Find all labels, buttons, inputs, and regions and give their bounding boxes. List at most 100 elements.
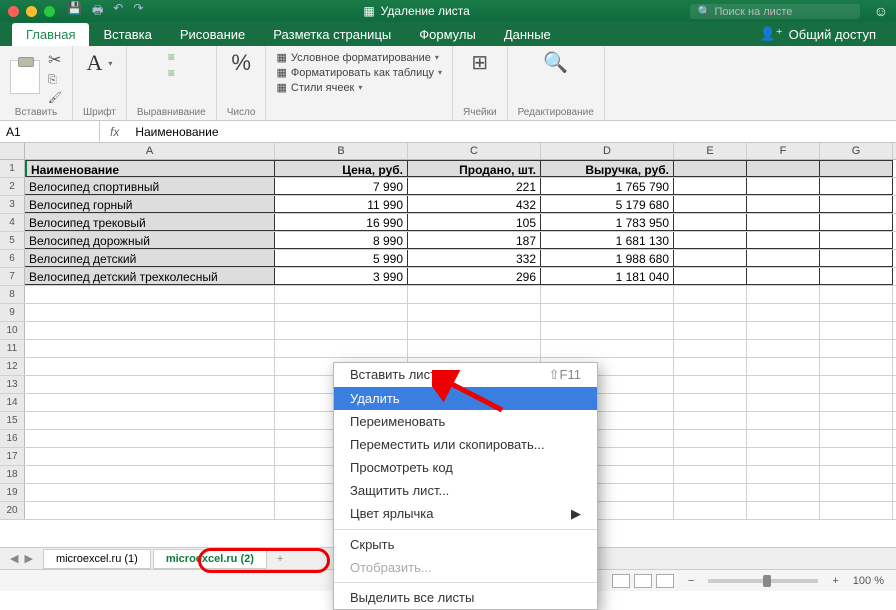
zoom-level[interactable]: 100 % (853, 575, 884, 587)
col-header-a[interactable]: A (25, 143, 275, 159)
tab-formulas[interactable]: Формулы (405, 23, 490, 46)
row-header[interactable]: 7 (0, 268, 25, 285)
row-header[interactable]: 20 (0, 502, 25, 519)
menu-view-code[interactable]: Просмотреть код (334, 456, 597, 479)
cell[interactable]: Велосипед спортивный (25, 178, 275, 195)
menu-hide-sheet[interactable]: Скрыть (334, 533, 597, 556)
row-header[interactable]: 10 (0, 322, 25, 339)
view-page-break-button[interactable] (656, 574, 674, 588)
paste-icon[interactable] (10, 60, 40, 94)
row-header[interactable]: 6 (0, 250, 25, 267)
zoom-out-button[interactable]: − (688, 575, 694, 587)
cell[interactable]: Велосипед дорожный (25, 232, 275, 249)
row-header[interactable]: 5 (0, 232, 25, 249)
cell[interactable]: Наименование (25, 160, 275, 177)
row-header[interactable]: 14 (0, 394, 25, 411)
print-icon[interactable]: 🖶 (92, 1, 103, 22)
cell[interactable]: 1 783 950 (541, 214, 674, 231)
cell[interactable]: 187 (408, 232, 541, 249)
col-header-e[interactable]: E (674, 143, 747, 159)
sheet-tab-2[interactable]: microexcel.ru (2) (153, 549, 267, 569)
row-header[interactable]: 17 (0, 448, 25, 465)
view-normal-button[interactable] (612, 574, 630, 588)
sheet-tab-1[interactable]: microexcel.ru (1) (43, 549, 151, 569)
row-header[interactable]: 4 (0, 214, 25, 231)
cell[interactable]: 7 990 (275, 178, 408, 195)
cell[interactable]: Продано, шт. (408, 160, 541, 177)
cell[interactable]: Велосипед трековый (25, 214, 275, 231)
row-header[interactable]: 19 (0, 484, 25, 501)
search-input[interactable]: 🔍 Поиск на листе (690, 4, 860, 19)
row-header[interactable]: 18 (0, 466, 25, 483)
cell[interactable]: Велосипед горный (25, 196, 275, 213)
menu-move-sheet[interactable]: Переместить или скопировать... (334, 433, 597, 456)
menu-tab-color[interactable]: Цвет ярлычка▶ (334, 502, 597, 526)
cell[interactable]: Велосипед детский (25, 250, 275, 267)
row-header[interactable]: 16 (0, 430, 25, 447)
cell[interactable]: 3 990 (275, 268, 408, 285)
undo-icon[interactable]: ↶ (113, 1, 123, 22)
zoom-in-button[interactable]: + (832, 575, 838, 587)
percent-icon[interactable]: % (231, 50, 251, 76)
cell[interactable]: 332 (408, 250, 541, 267)
row-header[interactable]: 12 (0, 358, 25, 375)
zoom-window-icon[interactable] (44, 6, 55, 17)
menu-rename-sheet[interactable]: Переименовать (334, 410, 597, 433)
font-icon[interactable]: A (86, 50, 102, 76)
tab-insert[interactable]: Вставка (89, 23, 165, 46)
sheet-nav-prev-icon[interactable]: ◀ (10, 552, 18, 565)
cell[interactable]: 105 (408, 214, 541, 231)
sheet-nav-next-icon[interactable]: ▶ (24, 552, 32, 565)
conditional-formatting-button[interactable]: ▦ Условное форматирование ▾ (276, 50, 442, 65)
menu-select-all-sheets[interactable]: Выделить все листы (334, 586, 597, 609)
cell[interactable]: 221 (408, 178, 541, 195)
format-as-table-button[interactable]: ▦ Форматировать как таблицу ▾ (276, 65, 442, 80)
cell[interactable]: 1 765 790 (541, 178, 674, 195)
share-button[interactable]: 👤⁺Общий доступ (752, 22, 884, 46)
close-window-icon[interactable] (8, 6, 19, 17)
row-header[interactable]: 2 (0, 178, 25, 195)
cell[interactable]: 11 990 (275, 196, 408, 213)
align-icon[interactable]: ≡≡ (168, 50, 175, 80)
formula-input[interactable]: Наименование (129, 125, 896, 139)
row-header[interactable]: 8 (0, 286, 25, 303)
cell[interactable]: 296 (408, 268, 541, 285)
row-header[interactable]: 9 (0, 304, 25, 321)
row-header[interactable]: 13 (0, 376, 25, 393)
cell[interactable]: 1 988 680 (541, 250, 674, 267)
col-header-d[interactable]: D (541, 143, 674, 159)
redo-icon[interactable]: ↷ (133, 1, 143, 22)
cell[interactable]: Цена, руб. (275, 160, 408, 177)
col-header-c[interactable]: C (408, 143, 541, 159)
tab-layout[interactable]: Разметка страницы (259, 23, 405, 46)
user-icon[interactable]: ☺ (874, 3, 888, 19)
row-header[interactable]: 1 (0, 160, 25, 177)
tab-data[interactable]: Данные (490, 23, 565, 46)
tab-draw[interactable]: Рисование (166, 23, 259, 46)
menu-insert-sheet[interactable]: Вставить лист⇧F11 (334, 363, 597, 387)
col-header-g[interactable]: G (820, 143, 893, 159)
col-header-b[interactable]: B (275, 143, 408, 159)
menu-protect-sheet[interactable]: Защитить лист... (334, 479, 597, 502)
cell[interactable]: 5 179 680 (541, 196, 674, 213)
cell[interactable]: 1 181 040 (541, 268, 674, 285)
row-header[interactable]: 15 (0, 412, 25, 429)
menu-delete-sheet[interactable]: Удалить (334, 387, 597, 410)
col-header-f[interactable]: F (747, 143, 820, 159)
cells-icon[interactable]: ⊞ (471, 50, 488, 75)
row-header[interactable]: 3 (0, 196, 25, 213)
tab-home[interactable]: Главная (12, 23, 89, 46)
copy-icon[interactable]: ⎘ (48, 74, 62, 87)
cell[interactable]: 1 681 130 (541, 232, 674, 249)
chevron-down-icon[interactable]: ▾ (108, 59, 112, 68)
cell-styles-button[interactable]: ▦ Стили ячеек ▾ (276, 80, 442, 95)
select-all-corner[interactable] (0, 143, 25, 159)
add-sheet-button[interactable]: + (269, 553, 291, 565)
cut-icon[interactable]: ✂ (48, 50, 62, 70)
format-painter-icon[interactable]: 🖌 (48, 91, 62, 104)
cell[interactable]: 432 (408, 196, 541, 213)
view-page-layout-button[interactable] (634, 574, 652, 588)
name-box[interactable]: A1 (0, 121, 100, 142)
minimize-window-icon[interactable] (26, 6, 37, 17)
fx-label[interactable]: fx (100, 125, 129, 139)
